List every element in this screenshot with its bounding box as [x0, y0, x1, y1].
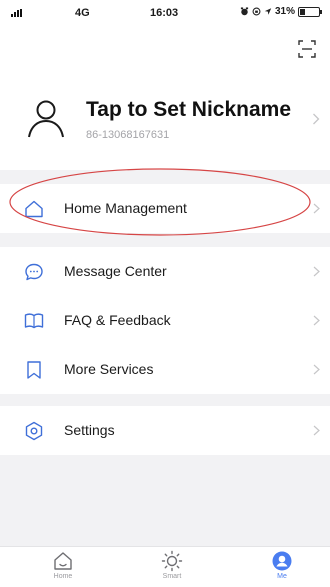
nickname-label[interactable]: Tap to Set Nickname	[86, 98, 291, 122]
menu-item-home-management[interactable]: Home Management	[0, 184, 330, 233]
account-id: 86-13068167631	[86, 129, 170, 141]
chevron-right-icon[interactable]	[312, 113, 320, 125]
battery-percent: 31%	[275, 6, 296, 17]
home-tab-icon	[54, 552, 72, 570]
menu-item-faq-feedback[interactable]: FAQ & Feedback	[0, 296, 330, 345]
status-bar: 4G 16:03 31%	[0, 0, 330, 28]
network-type: 4G	[75, 7, 90, 19]
menu-label: FAQ & Feedback	[64, 312, 171, 328]
menu-item-settings[interactable]: Settings	[0, 406, 330, 455]
status-time: 16:03	[150, 7, 179, 19]
chevron-right-icon	[313, 203, 320, 214]
menu-label: Home Management	[64, 200, 187, 216]
sun-icon	[161, 550, 183, 572]
scan-icon[interactable]	[298, 40, 316, 58]
book-icon	[24, 313, 44, 329]
location-arrow-icon	[264, 8, 272, 15]
user-avatar-icon[interactable]	[24, 96, 68, 140]
alarm-icon	[240, 7, 249, 16]
battery-icon	[298, 6, 323, 17]
menu-label: Message Center	[64, 263, 167, 279]
chevron-right-icon	[313, 266, 320, 277]
settings-card: Settings	[0, 406, 330, 455]
tab-label: Home	[53, 573, 73, 580]
menu-label: Settings	[64, 422, 115, 438]
person-filled-icon	[272, 551, 292, 571]
menu-item-more-services[interactable]: More Services	[0, 345, 330, 394]
battery-fill	[300, 8, 306, 15]
home-management-card: Home Management	[0, 184, 330, 233]
chat-bubble-icon	[25, 263, 43, 281]
tab-me[interactable]: Me	[252, 550, 312, 580]
profile-header: Tap to Set Nickname 86-13068167631	[0, 28, 330, 170]
tab-home[interactable]: Home	[33, 550, 93, 580]
status-right-group: 31%	[240, 6, 323, 17]
orientation-lock-icon	[252, 7, 261, 16]
chevron-right-icon	[313, 364, 320, 375]
tab-label: Me	[277, 573, 287, 580]
chevron-right-icon	[313, 315, 320, 326]
tab-smart[interactable]: Smart	[142, 550, 202, 580]
chevron-right-icon	[313, 425, 320, 436]
tab-label: Smart	[162, 573, 182, 580]
services-card: Message Center FAQ & Feedback More Servi…	[0, 247, 330, 394]
hexagon-settings-icon	[25, 421, 43, 441]
bookmark-icon	[27, 361, 41, 379]
menu-label: More Services	[64, 361, 154, 377]
home-icon	[25, 200, 43, 218]
menu-item-message-center[interactable]: Message Center	[0, 247, 330, 296]
bottom-tab-bar: Home Smart Me	[0, 546, 330, 587]
signal-icon	[11, 9, 22, 17]
